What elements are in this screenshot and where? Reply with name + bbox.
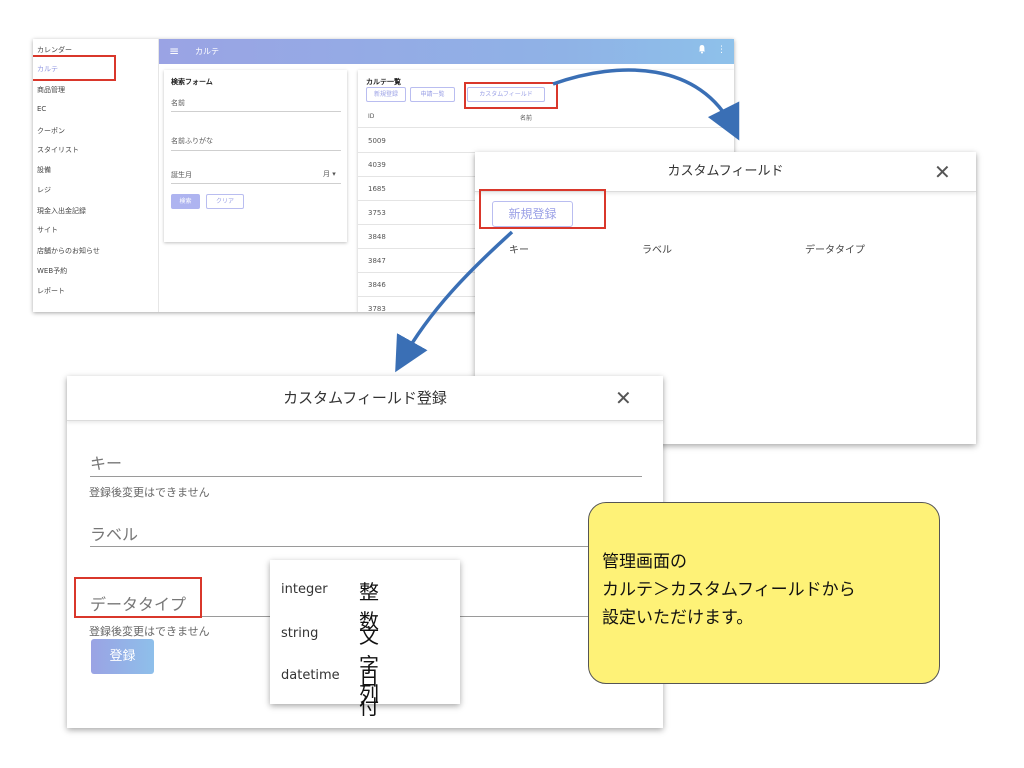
arrow-to-custom-field-modal [552, 68, 740, 141]
arrow-to-register-modal [395, 230, 514, 373]
flow-arrows [395, 68, 740, 373]
